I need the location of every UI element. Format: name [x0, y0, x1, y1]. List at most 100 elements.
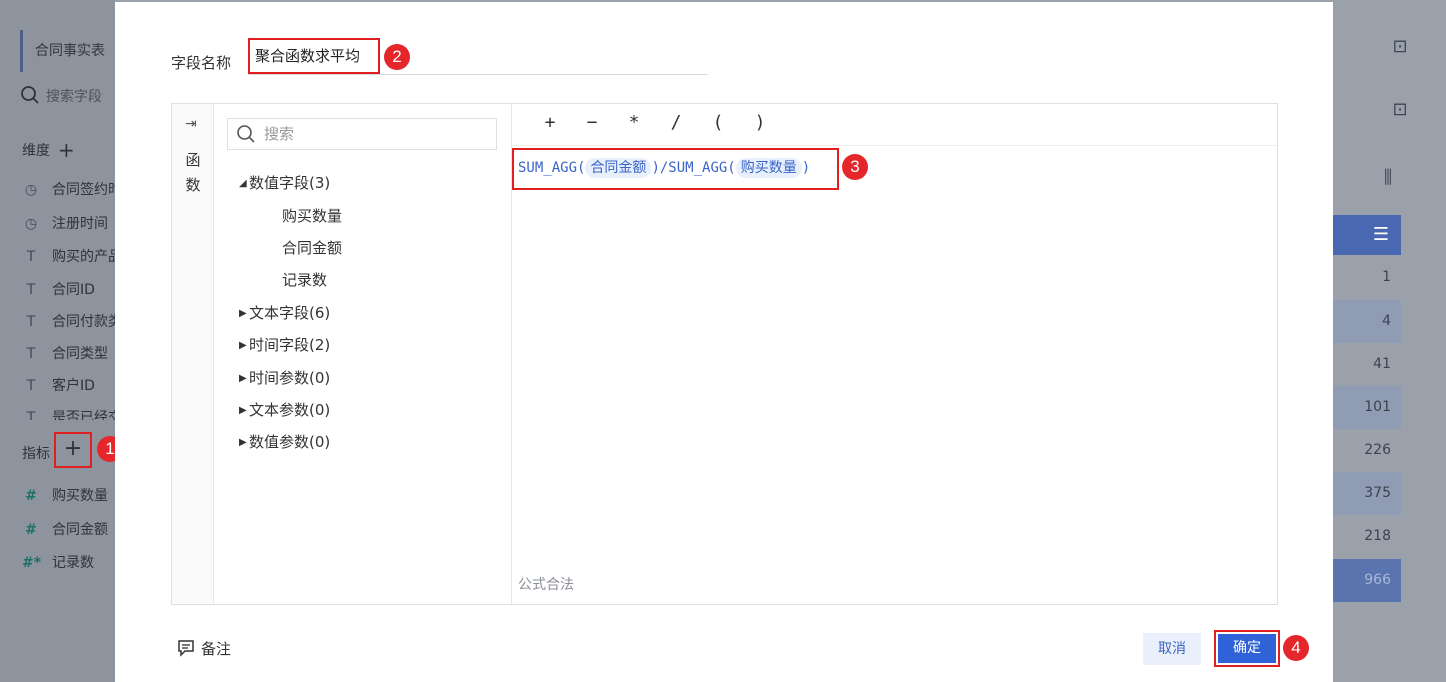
field-search-placeholder: 搜索字段 [46, 89, 102, 105]
toolbox-icon[interactable]: ⊡ [1385, 95, 1415, 125]
tree-leaf-field[interactable]: 记录数 [282, 269, 327, 290]
dimension-field[interactable]: T 客户ID [22, 374, 115, 398]
table-cell: 1 [1382, 269, 1391, 285]
search-icon [21, 86, 39, 104]
tree-group-numeric[interactable]: ◢ 数值字段(3) [239, 172, 330, 193]
comment-icon [178, 640, 194, 657]
text-icon: T [26, 249, 36, 265]
caret-right-icon: ▶ [239, 340, 247, 351]
operator-bar: + − * / ( ) [512, 104, 1277, 146]
measure-field[interactable]: #* 记录数 [22, 551, 115, 575]
dimension-field[interactable]: ◷ 注册时间 [22, 212, 115, 236]
field-tree-pane: 搜索 ◢ 数值字段(3) 购买数量 合同金额 记录数 ▶ 文本字段(6) ▶ 时间字段… [214, 104, 512, 604]
function-tab-strip[interactable]: ⇥ 函数 [172, 104, 214, 604]
function-tab-label[interactable]: 函数 [184, 148, 202, 198]
caret-right-icon: ▶ [239, 373, 247, 384]
measure-field[interactable]: # 合同金额 [22, 518, 115, 542]
note-button[interactable]: 备注 [177, 638, 231, 659]
formula-function: )/SUM_AGG( [651, 160, 736, 176]
formula-editor: ⇥ 函数 搜索 ◢ 数值字段(3) 购买数量 合同金额 记录数 ▶ 文本字段(6) … [171, 103, 1278, 605]
step-marker-4: 4 [1283, 635, 1309, 661]
background-left-panel: 合同事实表 搜索字段 维度 + ◷ 合同签约时间 ◷ 注册时间 T 购买的产品 T 合同I… [0, 0, 115, 682]
field-search[interactable]: 搜索字段 [20, 80, 115, 114]
dimension-field[interactable]: T 是否已经交货 [22, 406, 115, 420]
dimension-field-label: 合同ID [52, 282, 95, 298]
formula-input[interactable]: SUM_AGG(合同金额)/SUM_AGG(购买数量) [512, 148, 839, 190]
chart-type-icon[interactable]: ⫼ [1373, 163, 1403, 193]
dimension-section: 维度 + [22, 138, 75, 162]
text-icon: T [26, 314, 36, 330]
dimension-field-label: 合同付款类型 [52, 314, 115, 330]
tree-search-input[interactable]: 搜索 [227, 118, 497, 150]
tree-group-numeric-param[interactable]: ▶ 数值参数(0) [239, 431, 330, 452]
tree-search-placeholder: 搜索 [264, 125, 295, 143]
measure-field[interactable]: # 购买数量 [22, 484, 115, 508]
formula-function-end: ) [801, 160, 811, 176]
field-name-underline [248, 74, 708, 75]
operator-minus-button[interactable]: − [580, 112, 604, 133]
tree-group-text-param[interactable]: ▶ 文本参数(0) [239, 399, 330, 420]
text-icon: T [26, 378, 36, 394]
step-marker-3: 3 [842, 154, 868, 180]
tree-group-label: 文本字段(6) [249, 304, 331, 322]
operator-divide-button[interactable]: / [664, 112, 688, 133]
dimension-field-label: 合同签约时间 [52, 182, 115, 198]
collapse-panel-icon[interactable]: ⇥ [185, 116, 197, 132]
field-name-input[interactable]: 聚合函数求平均 [248, 38, 380, 74]
formula-pane: + − * / ( ) SUM_AGG(合同金额)/SUM_AGG(购买数量) … [512, 104, 1277, 604]
ok-button[interactable]: 确定 [1214, 630, 1280, 667]
dimension-field-label: 是否已经交货 [52, 410, 115, 420]
caret-right-icon: ▶ [239, 405, 247, 416]
ok-button-label: 确定 [1218, 634, 1276, 663]
formula-field-token[interactable]: 合同金额 [585, 158, 652, 178]
table-name[interactable]: 合同事实表 [20, 30, 115, 72]
table-total-cell: 966 [1333, 559, 1401, 602]
add-measure-button[interactable]: + [54, 432, 92, 468]
tree-group-label: 时间参数(0) [249, 369, 331, 387]
toolbox-icon[interactable]: ⊡ [1385, 32, 1415, 62]
field-name-label: 字段名称 [171, 54, 232, 72]
operator-multiply-button[interactable]: * [622, 112, 646, 133]
dimension-field[interactable]: T 购买的产品 [22, 245, 115, 269]
measure-section: 指标 [22, 443, 50, 463]
dimension-field-label: 购买的产品 [52, 249, 115, 265]
number-calc-icon: #* [22, 555, 42, 571]
dimension-field-label: 合同类型 [52, 346, 108, 362]
operator-lparen-button[interactable]: ( [706, 112, 730, 133]
measure-field-label: 记录数 [52, 555, 94, 571]
tree-group-time-param[interactable]: ▶ 时间参数(0) [239, 367, 330, 388]
table-cell: 101 [1333, 386, 1401, 429]
dimension-field[interactable]: T 合同付款类型 [22, 310, 115, 334]
dimension-field[interactable]: T 合同类型 [22, 342, 115, 366]
dimension-label: 维度 [22, 143, 50, 159]
background-right-panel: ⊡ ⊡ ⫼ ☰ 1 4 41 101 226 375 218 966 [1333, 0, 1446, 682]
tree-group-time[interactable]: ▶ 时间字段(2) [239, 334, 330, 355]
caret-right-icon: ▶ [239, 308, 247, 319]
tree-leaf-field[interactable]: 合同金额 [282, 237, 342, 258]
dimension-field-label: 客户ID [52, 378, 95, 394]
tree-group-text[interactable]: ▶ 文本字段(6) [239, 302, 330, 323]
sort-icon[interactable]: ☰ [1333, 215, 1401, 255]
caret-right-icon: ▶ [239, 437, 247, 448]
text-icon: T [26, 282, 36, 298]
dimension-field[interactable]: T 合同ID [22, 278, 115, 302]
number-icon: # [25, 488, 37, 504]
number-icon: # [25, 522, 37, 538]
clock-icon: ◷ [24, 216, 38, 232]
measure-label: 指标 [22, 446, 50, 462]
tree-leaf-field[interactable]: 购买数量 [282, 205, 342, 226]
note-label: 备注 [201, 640, 232, 658]
dimension-field[interactable]: ◷ 合同签约时间 [22, 178, 115, 202]
text-icon: T [26, 410, 36, 420]
table-cell: 226 [1364, 442, 1391, 458]
cancel-button[interactable]: 取消 [1143, 633, 1201, 665]
add-dimension-icon[interactable]: + [58, 138, 75, 162]
operator-plus-button[interactable]: + [538, 112, 562, 133]
clock-icon: ◷ [24, 182, 38, 198]
text-icon: T [26, 346, 36, 362]
formula-field-token[interactable]: 购买数量 [735, 158, 802, 178]
measure-field-label: 购买数量 [52, 488, 108, 504]
step-marker-2: 2 [384, 44, 410, 70]
operator-rparen-button[interactable]: ) [748, 112, 772, 133]
search-icon [237, 125, 255, 143]
